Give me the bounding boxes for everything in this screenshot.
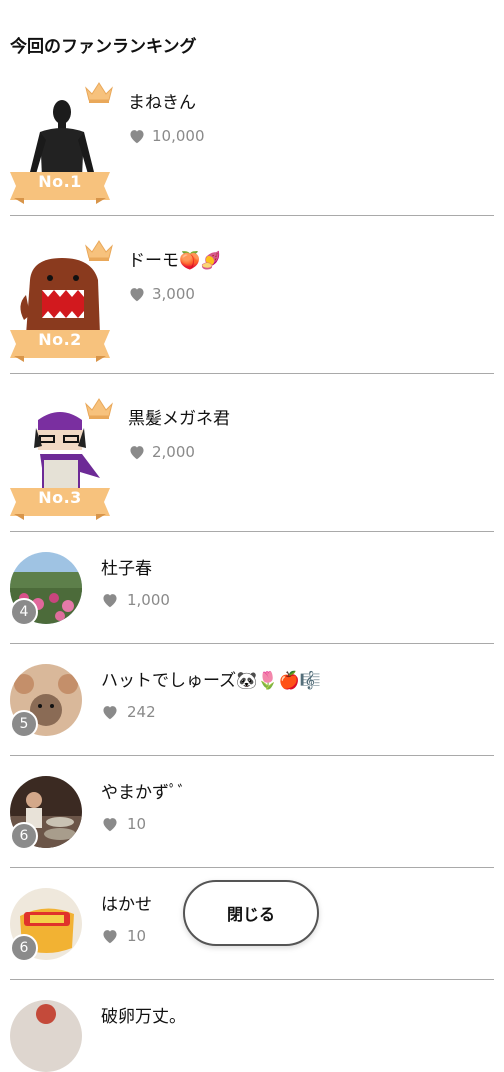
ranking-row-5[interactable]: 5 ハットでしゅーズ🐼🌷🍎🎼 242 bbox=[10, 644, 494, 756]
fan-count: 1,000 bbox=[101, 591, 170, 609]
rank-badge: 6 bbox=[10, 822, 38, 850]
fan-count: 10,000 bbox=[128, 127, 205, 145]
rank-badge: 5 bbox=[10, 710, 38, 738]
fan-count-value: 10,000 bbox=[152, 127, 205, 145]
rank-badge: 6 bbox=[10, 934, 38, 962]
avatar bbox=[10, 1000, 82, 1072]
heart-icon bbox=[128, 444, 146, 460]
ranking-row-partial[interactable]: 破卵万丈。 bbox=[10, 980, 494, 1072]
crown-icon bbox=[84, 80, 114, 104]
fan-name: はかせ bbox=[101, 895, 152, 915]
fan-count-value: 1,000 bbox=[127, 591, 170, 609]
fan-count-value: 10 bbox=[127, 927, 147, 945]
fan-name: ドーモ🍑🍠 bbox=[128, 251, 222, 271]
avatar: No.2 bbox=[10, 240, 110, 350]
heart-icon bbox=[101, 592, 119, 608]
page-title: 今回のファンランキング bbox=[10, 37, 197, 57]
crown-icon bbox=[84, 238, 114, 262]
fan-name: ハットでしゅーズ🐼🌷🍎🎼 bbox=[101, 671, 321, 691]
fan-count: 10 bbox=[101, 927, 146, 945]
fan-count: 3,000 bbox=[128, 285, 195, 303]
rank-label: No.2 bbox=[38, 330, 82, 349]
ranking-row-1[interactable]: No.1 まねきん 10,000 bbox=[10, 72, 494, 216]
heart-icon bbox=[128, 128, 146, 144]
heart-icon bbox=[128, 286, 146, 302]
crown-icon bbox=[84, 396, 114, 420]
heart-icon bbox=[101, 928, 119, 944]
fan-count-value: 242 bbox=[127, 703, 156, 721]
avatar: No.3 bbox=[10, 398, 110, 508]
heart-icon bbox=[101, 816, 119, 832]
close-button[interactable]: 閉じる bbox=[183, 880, 319, 946]
avatar: No.1 bbox=[10, 82, 110, 192]
fan-count-value: 3,000 bbox=[152, 285, 195, 303]
ranking-row-4[interactable]: 4 杜子春 1,000 bbox=[10, 532, 494, 644]
fan-count: 10 bbox=[101, 815, 146, 833]
ranking-row-6a[interactable]: 6 やまかずﾟﾞ 10 bbox=[10, 756, 494, 868]
fan-name: まねきん bbox=[128, 93, 196, 113]
fan-count-value: 10 bbox=[127, 815, 147, 833]
fan-name: 黒髪メガネ君 bbox=[128, 409, 230, 429]
rank-badge: 4 bbox=[10, 598, 38, 626]
fan-name: 破卵万丈。 bbox=[101, 1007, 186, 1027]
heart-icon bbox=[101, 704, 119, 720]
fan-name: 杜子春 bbox=[101, 559, 152, 579]
rank-label: No.1 bbox=[38, 172, 82, 191]
fan-count: 2,000 bbox=[128, 443, 195, 461]
ranking-row-2[interactable]: No.2 ドーモ🍑🍠 3,000 bbox=[10, 230, 494, 374]
fan-count: 242 bbox=[101, 703, 156, 721]
fan-count-value: 2,000 bbox=[152, 443, 195, 461]
ranking-row-3[interactable]: No.3 黒髪メガネ君 2,000 bbox=[10, 388, 494, 532]
partial-avatar-image bbox=[10, 1000, 82, 1072]
fan-name: やまかずﾟﾞ bbox=[101, 783, 186, 803]
rank-label: No.3 bbox=[38, 488, 82, 507]
